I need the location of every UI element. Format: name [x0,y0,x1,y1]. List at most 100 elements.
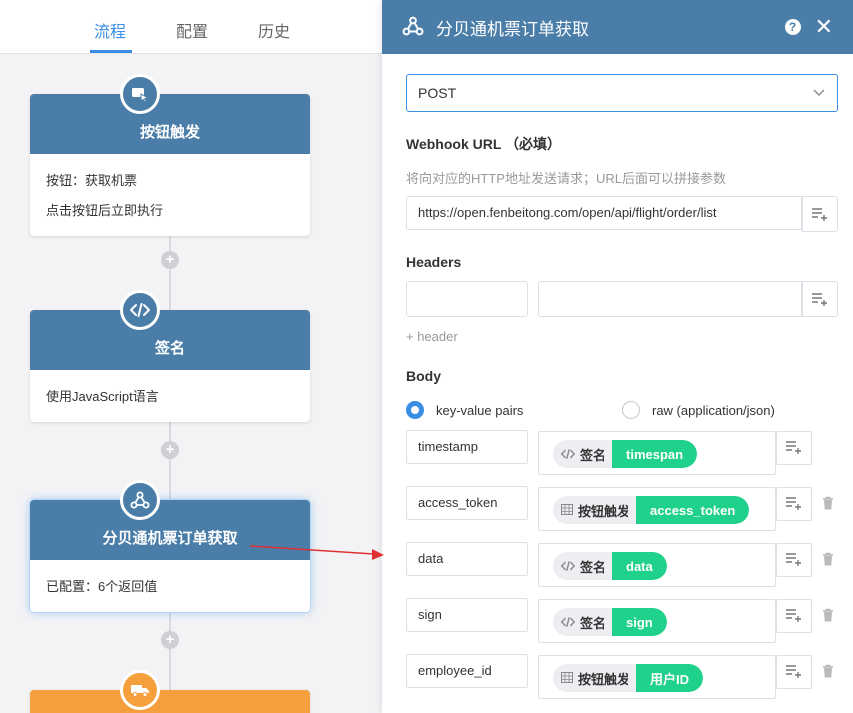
webhook-icon [120,480,160,520]
flow-canvas: + + + 按钮触发 按钮：获取机票 点击按钮后立即执行 签名 使用JavaSc… [0,54,382,713]
node-detail: 按钮：获取机票 [46,173,138,188]
radio-unchecked-icon [622,401,640,419]
node-detail: 已配置：6个返回值 [46,579,158,594]
list-add-icon [785,664,803,681]
pair-key-input[interactable]: sign [406,598,528,632]
config-panel: 分贝通机票订单获取 ? ✕ POST Webhook URL （必填） 将向对应… [382,0,853,713]
flow-connector [169,230,171,310]
variable-source-label: 按钮触发 [578,671,631,687]
variable-tag[interactable]: 签名 sign [553,608,667,636]
trash-icon[interactable] [822,664,838,680]
insert-variable-button[interactable] [802,196,838,232]
pair-value-input[interactable]: 签名 timespan [538,431,776,475]
variable-field-label: data [604,552,667,580]
pair-value-input[interactable]: 按钮触发 用户ID [538,655,776,699]
radio-label: key-value pairs [436,402,524,418]
tab-flow[interactable]: 流程 [94,18,126,42]
node-title: 分贝通机票订单获取 [30,500,310,560]
radio-key-value[interactable]: key-value pairs [406,401,523,419]
code-icon [560,559,576,574]
list-add-icon [785,608,803,625]
truck-icon [120,670,160,710]
insert-variable-button[interactable] [776,487,812,521]
variable-source: 按钮触发 [553,496,637,524]
variable-tag[interactable]: 按钮触发 access_token [553,496,750,524]
webhook-url-hint: 将向对应的HTTP地址发送请求；URL后面可以拼接参数 [406,171,726,186]
flow-node-webhook[interactable]: 分贝通机票订单获取 已配置：6个返回值 [30,500,310,612]
header-value-input[interactable] [538,281,802,317]
insert-variable-button[interactable] [802,281,838,317]
header-key-input[interactable] [406,281,528,317]
variable-source-label: 签名 [580,559,607,575]
node-detail: 使用JavaScript语言 [46,389,159,404]
list-add-icon [812,208,827,221]
variable-source-label: 签名 [580,615,607,631]
flow-connector [169,419,171,501]
pair-key-input[interactable]: timestamp [406,430,528,464]
panel-header: 分贝通机票订单获取 ? ✕ [382,0,853,54]
trash-icon[interactable] [822,552,838,568]
headers-label: Headers [406,254,462,270]
radio-raw-json[interactable]: raw (application/json) [622,401,775,419]
tab-active-underline [90,50,132,53]
insert-variable-button[interactable] [776,655,812,689]
pair-key-input[interactable]: data [406,542,528,576]
pair-value-input[interactable]: 按钮触发 access_token [538,487,776,531]
table-icon [561,503,573,518]
pair-key-input[interactable]: access_token [406,486,528,520]
method-value: POST [418,85,457,101]
view-tabs: 流程 配置 历史 [0,0,382,54]
radio-checked-icon [406,401,424,419]
pair-key-input[interactable]: employee_id [406,654,528,688]
close-icon[interactable]: ✕ [815,16,833,38]
pair-value-input[interactable]: 签名 sign [538,599,776,643]
pair-value-input[interactable]: 签名 data [538,543,776,587]
flow-node-signature[interactable]: 签名 使用JavaScript语言 [30,310,310,422]
list-add-icon [785,496,803,513]
node-title [30,690,310,713]
variable-source-label: 签名 [580,447,607,463]
add-step-button[interactable]: + [161,631,179,649]
panel-title: 分贝通机票订单获取 [436,19,589,39]
flow-node-next[interactable] [30,690,310,713]
node-title: 按钮触发 [30,94,310,154]
trash-icon[interactable] [822,496,838,512]
webhook-icon [402,16,424,39]
flow-connector [169,609,171,691]
variable-field-label: access_token [627,496,750,524]
insert-variable-button[interactable] [776,543,812,577]
radio-label: raw (application/json) [652,402,775,418]
code-icon [120,290,160,330]
list-add-icon [812,293,827,306]
table-icon [561,671,573,686]
variable-tag[interactable]: 按钮触发 用户ID [553,664,704,692]
node-title: 签名 [30,310,310,370]
variable-source-label: 按钮触发 [578,503,631,519]
method-select[interactable]: POST [406,74,838,112]
code-icon [560,615,576,630]
add-step-button[interactable]: + [161,251,179,269]
add-header-link[interactable]: + header [406,329,458,344]
webhook-url-label: Webhook URL （必填） [406,136,562,152]
trash-icon[interactable] [822,608,838,624]
variable-field-label: 用户ID [628,664,704,692]
node-detail: 点击按钮后立即执行 [46,203,164,218]
list-add-icon [785,552,803,569]
insert-variable-button[interactable] [776,431,812,465]
code-icon [560,447,576,462]
variable-source: 按钮触发 [553,664,637,692]
variable-tag[interactable]: 签名 data [553,552,667,580]
help-icon[interactable]: ? [784,19,801,35]
insert-variable-button[interactable] [776,599,812,633]
list-add-icon [785,440,803,457]
tab-config[interactable]: 配置 [176,18,208,42]
variable-field-label: timespan [604,440,698,468]
variable-tag[interactable]: 签名 timespan [553,440,698,468]
flow-node-button-trigger[interactable]: 按钮触发 按钮：获取机票 点击按钮后立即执行 [30,94,310,236]
webhook-url-input[interactable]: https://open.fenbeitong.com/open/api/fli… [406,196,802,230]
variable-field-label: sign [604,608,667,636]
add-step-button[interactable]: + [161,441,179,459]
cursor-click-icon [120,74,160,114]
body-label: Body [406,368,441,384]
tab-history[interactable]: 历史 [258,18,290,42]
